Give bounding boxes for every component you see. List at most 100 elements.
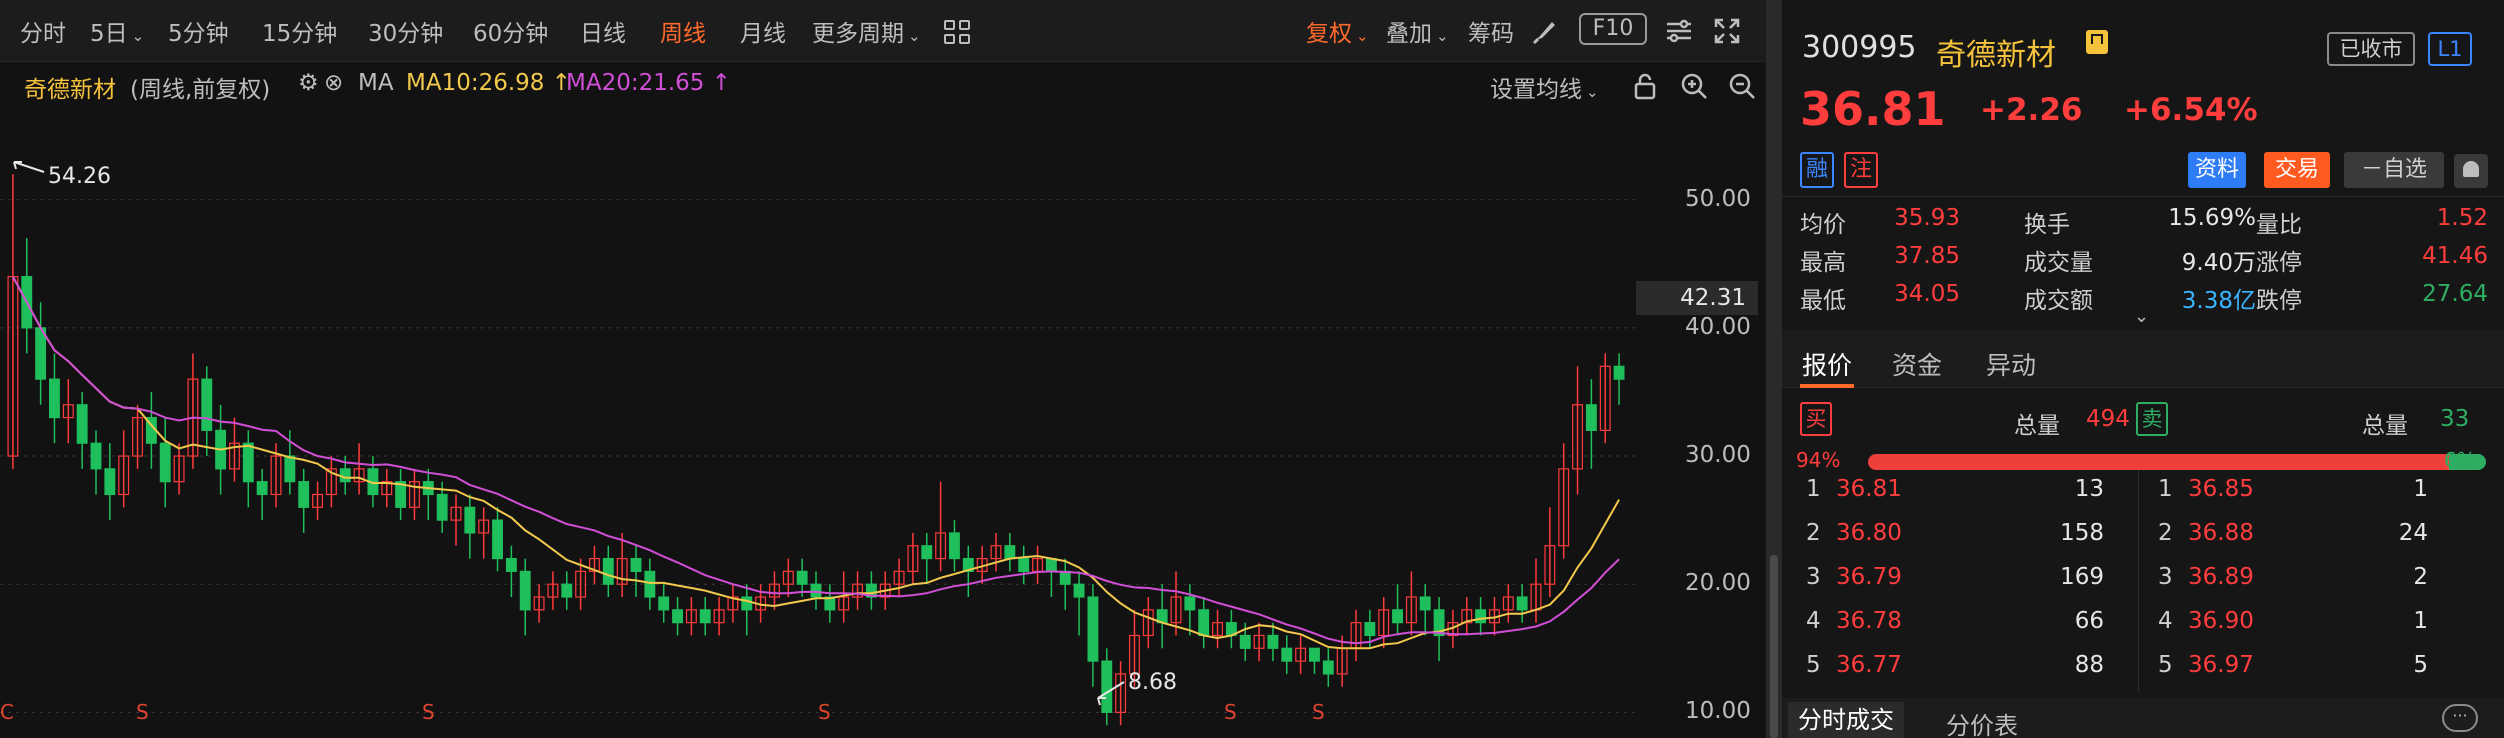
candle-body[interactable] (104, 468, 116, 496)
bid-row[interactable]: 1 36.81 13 (1782, 476, 2138, 520)
period-tab-intraday[interactable]: 分时 (20, 14, 66, 48)
candle-body[interactable] (298, 481, 310, 508)
candle-body[interactable] (464, 506, 476, 534)
watchlist-button[interactable]: －自选 (2344, 152, 2444, 188)
bid-row[interactable]: 4 36.78 66 (1782, 608, 2138, 652)
event-marker[interactable]: S (818, 700, 831, 724)
period-tab-more[interactable]: 更多周期 ⌄ (812, 14, 921, 48)
candle-body[interactable] (1045, 557, 1057, 572)
candle-body[interactable] (1101, 660, 1113, 713)
candle-body[interactable] (90, 442, 102, 470)
candle-body[interactable] (1281, 647, 1293, 662)
period-tab-weekly[interactable]: 周线 (660, 14, 706, 48)
candle-body[interactable] (201, 378, 213, 432)
candle-body[interactable] (76, 404, 88, 444)
candle-body[interactable] (1309, 647, 1320, 662)
scrollbar-thumb[interactable] (1770, 555, 1778, 738)
candle-body[interactable] (1516, 596, 1528, 611)
fullscreen-icon[interactable] (1712, 16, 1742, 46)
tab-movement[interactable]: 异动 (1986, 346, 2036, 382)
candle-body[interactable] (1059, 570, 1071, 585)
close-circle-icon[interactable]: ⊗ (324, 70, 343, 96)
candle-body[interactable] (1267, 634, 1279, 649)
tab-funds[interactable]: 资金 (1892, 346, 1942, 382)
ask-row[interactable]: 3 36.89 2 (2138, 564, 2494, 608)
candle-body[interactable] (921, 545, 933, 560)
candle-body[interactable] (519, 570, 531, 611)
brush-icon[interactable] (1530, 16, 1560, 46)
candle-body[interactable] (630, 557, 642, 572)
candlestick-chart[interactable] (0, 110, 1640, 738)
candle-body[interactable] (1419, 596, 1431, 611)
bid-row[interactable]: 5 36.77 88 (1782, 652, 2138, 696)
event-marker[interactable]: S (1224, 700, 1237, 724)
trade-button[interactable]: 交易 (2264, 152, 2330, 188)
period-tab-daily[interactable]: 日线 (580, 14, 626, 48)
candle-body[interactable] (810, 583, 822, 598)
tab-price-table[interactable]: 分价表 (1946, 706, 2018, 738)
zoom-out-icon[interactable] (1728, 72, 1756, 100)
candle-body[interactable] (1004, 545, 1016, 560)
candle-body[interactable] (159, 442, 171, 483)
candle-body[interactable] (492, 519, 503, 560)
period-tab-60min[interactable]: 60分钟 (473, 14, 548, 48)
overlay-dropdown[interactable]: 叠加 ⌄ (1386, 14, 1449, 48)
layout-grid-icon[interactable] (944, 20, 974, 46)
bookmark-icon[interactable] (2086, 30, 2108, 54)
bid-row[interactable]: 2 36.80 158 (1782, 520, 2138, 564)
candle-body[interactable] (1018, 557, 1030, 572)
lock-icon[interactable] (1632, 72, 1658, 100)
bid-row[interactable]: 3 36.79 169 (1782, 564, 2138, 608)
margin-tag[interactable]: 融 (1800, 152, 1834, 188)
candle-body[interactable] (949, 532, 960, 560)
candle-body[interactable] (1322, 660, 1334, 675)
period-tab-15min[interactable]: 15分钟 (262, 14, 337, 48)
event-marker[interactable]: S (136, 700, 149, 724)
ask-row[interactable]: 1 36.85 1 (2138, 476, 2494, 520)
candle-body[interactable] (242, 442, 254, 483)
candle-body[interactable] (436, 493, 448, 521)
info-button[interactable]: 资料 (2188, 152, 2246, 188)
ask-row[interactable]: 2 36.88 24 (2138, 520, 2494, 564)
period-tab-monthly[interactable]: 月线 (740, 14, 786, 48)
candle-body[interactable] (1475, 609, 1487, 624)
pane-splitter[interactable] (1766, 0, 1782, 738)
period-tab-5min[interactable]: 5分钟 (168, 14, 229, 48)
event-marker[interactable]: S (422, 700, 435, 724)
candle-body[interactable] (1239, 634, 1251, 649)
candle-body[interactable] (699, 609, 711, 624)
candle-body[interactable] (505, 557, 517, 572)
tab-quote[interactable]: 报价 (1802, 346, 1852, 382)
candle-body[interactable] (1585, 404, 1597, 432)
period-tab-5day[interactable]: 5日 ⌄ (90, 14, 144, 48)
candle-body[interactable] (339, 468, 351, 483)
period-tab-30min[interactable]: 30分钟 (368, 14, 443, 48)
candle-body[interactable] (1613, 365, 1625, 380)
level-badge[interactable]: L1 (2428, 32, 2472, 66)
candle-body[interactable] (796, 570, 808, 585)
candle-body[interactable] (658, 596, 670, 611)
candle-body[interactable] (644, 570, 656, 598)
candle-body[interactable] (284, 455, 296, 483)
candle-body[interactable] (561, 583, 573, 598)
ask-row[interactable]: 5 36.97 5 (2138, 652, 2494, 696)
candle-body[interactable] (741, 596, 753, 611)
candle-body[interactable] (1087, 596, 1099, 662)
candle-body[interactable] (1198, 609, 1210, 637)
restore-rights-dropdown[interactable]: 复权 ⌄ (1306, 14, 1369, 48)
candle-body[interactable] (1364, 622, 1376, 637)
registration-tag[interactable]: 注 (1844, 152, 1878, 188)
candle-body[interactable] (1184, 596, 1196, 611)
candle-body[interactable] (256, 481, 268, 496)
zoom-in-icon[interactable] (1680, 72, 1708, 100)
candle-body[interactable] (1392, 609, 1403, 624)
candle-body[interactable] (1073, 583, 1085, 598)
candle-body[interactable] (672, 609, 683, 624)
tab-tick-trades[interactable]: 分时成交 (1788, 702, 1904, 738)
more-icon[interactable]: ··· (2442, 704, 2478, 732)
chips-button[interactable]: 筹码 (1468, 14, 1514, 48)
event-marker[interactable]: C (0, 700, 14, 724)
candle-body[interactable] (35, 327, 47, 380)
chevron-down-icon[interactable]: ⌄ (2134, 306, 2149, 327)
candle-body[interactable] (49, 378, 60, 419)
